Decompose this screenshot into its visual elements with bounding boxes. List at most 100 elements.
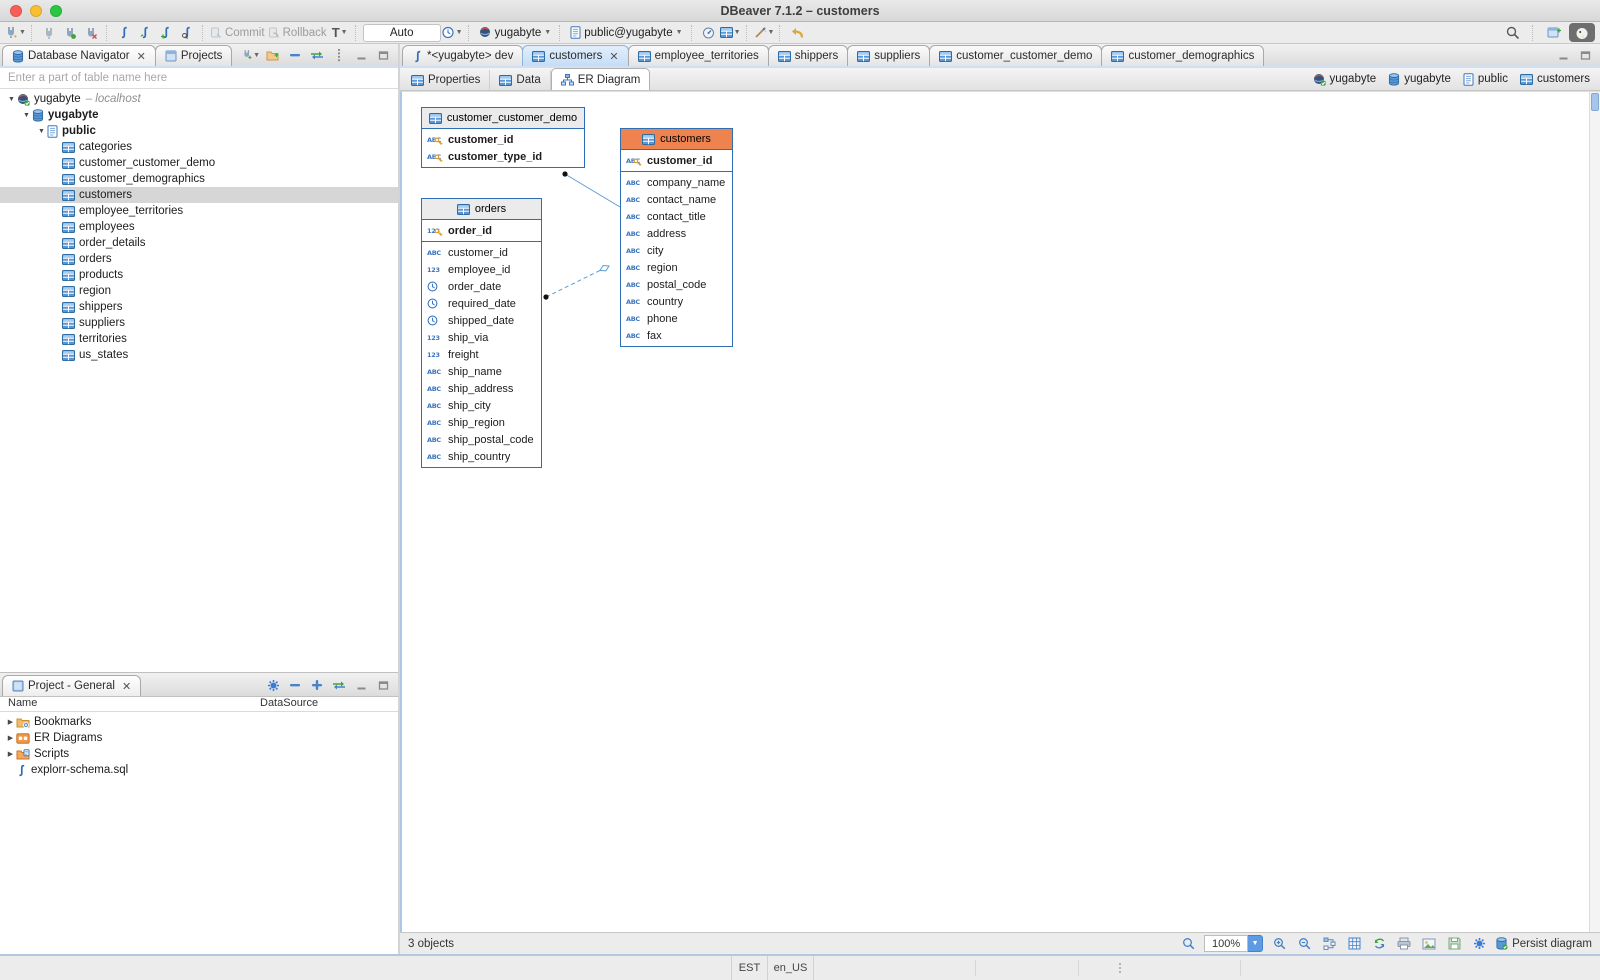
maximize-view-button[interactable] <box>374 47 392 63</box>
vertical-scrollbar[interactable] <box>1589 92 1600 932</box>
expander-icon[interactable]: ▼ <box>36 128 47 135</box>
tree-item-region[interactable]: region <box>0 283 398 299</box>
column-phone[interactable]: ABCphone <box>621 310 732 327</box>
zoom-window-button[interactable] <box>50 5 62 17</box>
subtab-data[interactable]: Data <box>490 70 550 90</box>
tree-item-order_details[interactable]: order_details <box>0 235 398 251</box>
column-company_name[interactable]: ABCcompany_name <box>621 174 732 191</box>
column-customer_id[interactable]: ABCcustomer_id <box>422 131 584 148</box>
zoom-level-combo[interactable]: 100% ▼ <box>1204 935 1263 952</box>
close-window-button[interactable] <box>10 5 22 17</box>
column-ship_name[interactable]: ABCship_name <box>422 363 541 380</box>
tab-projects[interactable]: Projects <box>155 45 233 66</box>
editor-minimize-button[interactable] <box>1554 47 1572 63</box>
tools-wand-button[interactable]: ▼ <box>754 23 775 43</box>
project-item-Scripts[interactable]: ▶Scripts <box>0 746 398 762</box>
editor-tab-customer_customer_demo[interactable]: customer_customer_demo <box>929 45 1102 66</box>
tab-database-navigator[interactable]: Database Navigator ✕ <box>2 45 156 66</box>
editor-tab-employee_territories[interactable]: employee_territories <box>628 45 769 66</box>
status-kebab-icon[interactable] <box>1118 962 1122 979</box>
subtab-er-diagram[interactable]: ER Diagram <box>551 68 651 90</box>
zoom-in-button[interactable] <box>1270 936 1288 952</box>
er-diagram-canvas[interactable]: customer_customer_demoABCcustomer_idABCc… <box>402 92 1589 932</box>
column-customer_id[interactable]: ABCcustomer_id <box>621 152 732 169</box>
tree-item-us_states[interactable]: us_states <box>0 347 398 363</box>
tree-item-yugabyte[interactable]: ▼yugabyte– localhost <box>0 91 398 107</box>
entity-orders[interactable]: orders123order_idABCcustomer_id123employ… <box>421 198 542 468</box>
zoom-out-button[interactable] <box>1295 936 1313 952</box>
column-country[interactable]: ABCcountry <box>621 293 732 310</box>
active-connection-combo[interactable]: yugabyte ▼ <box>476 26 555 39</box>
sql-editor-recent-button[interactable] <box>135 23 155 43</box>
column-freight[interactable]: 123freight <box>422 346 541 363</box>
entity-header[interactable]: customer_customer_demo <box>422 108 584 129</box>
expander-icon[interactable]: ▶ <box>5 750 16 758</box>
new-table-button[interactable]: ▼ <box>720 23 741 43</box>
toggle-grid-button[interactable] <box>1345 936 1363 952</box>
project-minimize-button[interactable] <box>352 677 370 693</box>
column-order_date[interactable]: order_date <box>422 278 541 295</box>
auto-layout-button[interactable] <box>1320 936 1338 952</box>
column-ship_postal_code[interactable]: ABCship_postal_code <box>422 431 541 448</box>
project-settings-gear-icon[interactable] <box>264 677 282 693</box>
tree-item-categories[interactable]: categories <box>0 139 398 155</box>
breadcrumb-item-customers[interactable]: customers <box>1520 73 1590 85</box>
column-ship_address[interactable]: ABCship_address <box>422 380 541 397</box>
column-employee_id[interactable]: 123employee_id <box>422 261 541 278</box>
dashboard-button[interactable] <box>699 23 719 43</box>
tree-item-employee_territories[interactable]: employee_territories <box>0 203 398 219</box>
tree-item-orders[interactable]: orders <box>0 251 398 267</box>
column-name-header[interactable]: Name <box>0 697 260 711</box>
column-postal_code[interactable]: ABCpostal_code <box>621 276 732 293</box>
new-connection-button[interactable]: ▼ <box>5 23 26 43</box>
back-history-button[interactable] <box>787 23 807 43</box>
entity-header[interactable]: orders <box>422 199 541 220</box>
editor-tab--yugabyte-dev[interactable]: *<yugabyte> dev <box>402 45 523 66</box>
project-collapse-button[interactable] <box>286 677 304 693</box>
editor-tab-suppliers[interactable]: suppliers <box>847 45 930 66</box>
entity-customer_customer_demo[interactable]: customer_customer_demo ABCcustomer_idABCc… <box>421 107 585 168</box>
entity-header[interactable]: customers <box>621 129 732 150</box>
tree-item-territories[interactable]: territories <box>0 331 398 347</box>
tab-project-general[interactable]: Project - General ✕ <box>2 675 141 696</box>
column-contact_title[interactable]: ABCcontact_title <box>621 208 732 225</box>
editor-maximize-button[interactable] <box>1576 47 1594 63</box>
column-datasource-header[interactable]: DataSource <box>260 697 318 711</box>
project-item-Bookmarks[interactable]: ▶Bookmarks <box>0 714 398 730</box>
tab-close-icon[interactable]: ✕ <box>122 680 131 693</box>
link-with-editor-button[interactable] <box>308 47 326 63</box>
expander-icon[interactable]: ▼ <box>21 112 32 119</box>
column-fax[interactable]: ABCfax <box>621 327 732 344</box>
column-ship_via[interactable]: 123ship_via <box>422 329 541 346</box>
disconnect-button[interactable] <box>81 23 101 43</box>
minimize-view-button[interactable] <box>352 47 370 63</box>
tree-item-customer_customer_demo[interactable]: customer_customer_demo <box>0 155 398 171</box>
subtab-properties[interactable]: Properties <box>402 70 490 90</box>
column-customer_type_id[interactable]: ABCcustomer_type_id <box>422 148 584 165</box>
project-maximize-button[interactable] <box>374 677 392 693</box>
sql-editor-find-button[interactable] <box>177 23 197 43</box>
sql-editor-button[interactable] <box>114 23 134 43</box>
editor-tab-customers[interactable]: customers✕ <box>522 45 628 66</box>
status-locale[interactable]: en_US <box>768 956 814 980</box>
breadcrumb-item-yugabyte[interactable]: yugabyte <box>1388 73 1451 86</box>
refresh-diagram-button[interactable] <box>1370 936 1388 952</box>
tree-item-yugabyte[interactable]: ▼yugabyte <box>0 107 398 123</box>
column-city[interactable]: ABCcity <box>621 242 732 259</box>
scrollbar-thumb[interactable] <box>1591 93 1599 111</box>
sql-editor-new-button[interactable] <box>156 23 176 43</box>
column-ship_city[interactable]: ABCship_city <box>422 397 541 414</box>
tab-close-icon[interactable]: ✕ <box>137 50 146 63</box>
nav-new-connection-button[interactable]: ▼ <box>242 47 260 63</box>
tree-item-customers[interactable]: customers <box>0 187 398 203</box>
expander-icon[interactable]: ▶ <box>5 718 16 726</box>
reconnect-button[interactable] <box>60 23 80 43</box>
tree-item-customer_demographics[interactable]: customer_demographics <box>0 171 398 187</box>
transaction-history-button[interactable]: ▼ <box>442 23 463 43</box>
rollback-button[interactable]: Rollback <box>268 23 329 43</box>
commit-mode-combo[interactable]: Auto <box>363 24 441 42</box>
save-diagram-button[interactable] <box>1445 936 1463 952</box>
view-menu-kebab-icon[interactable] <box>330 47 348 63</box>
print-diagram-button[interactable] <box>1395 936 1413 952</box>
zoom-dropdown-button[interactable]: ▼ <box>1248 935 1263 952</box>
